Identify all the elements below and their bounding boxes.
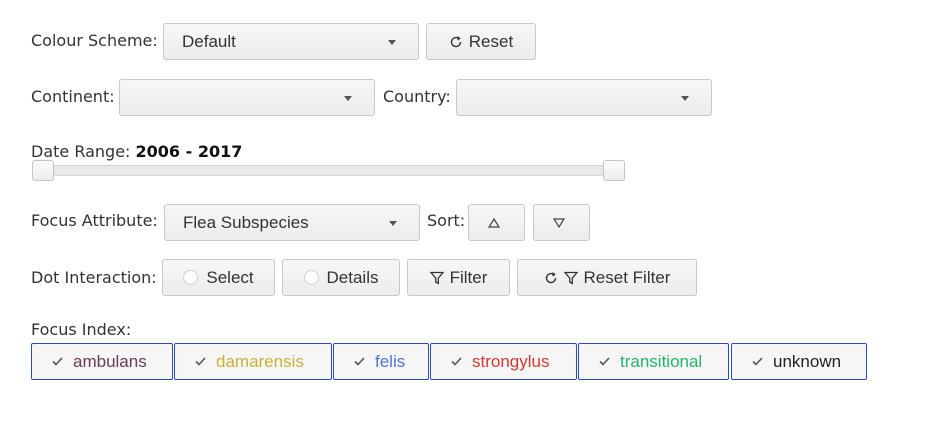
chevron-down-icon	[681, 95, 689, 101]
funnel-icon	[563, 271, 578, 285]
triangle-down-icon	[552, 217, 565, 228]
colour-scheme-value: Default	[182, 31, 236, 51]
continent-label: Continent:	[31, 87, 115, 106]
sort-ascending-button[interactable]	[468, 204, 525, 241]
date-range-caption: Date Range:	[31, 142, 131, 161]
date-range-label: Date Range: 2006 - 2017	[31, 142, 242, 161]
date-range-start-handle[interactable]	[32, 160, 54, 181]
colour-scheme-label: Colour Scheme:	[31, 31, 158, 50]
checkmark-icon	[752, 357, 763, 366]
date-range-track[interactable]	[33, 165, 623, 176]
focus-attribute-value: Flea Subspecies	[183, 212, 309, 232]
date-range-value: 2006 - 2017	[135, 142, 243, 161]
chip-label: transitional	[620, 351, 703, 371]
reset-filter-label: Reset Filter	[583, 267, 671, 287]
radio-icon	[303, 270, 319, 285]
chip-label: ambulans	[73, 351, 147, 371]
country-label: Country:	[383, 87, 451, 106]
sort-label: Sort:	[427, 211, 466, 230]
select-label: Select	[206, 267, 254, 287]
focus-attribute-select[interactable]: Flea Subspecies	[164, 204, 420, 241]
date-range-end-handle[interactable]	[603, 160, 625, 181]
select-radio-button[interactable]: Select	[162, 259, 275, 296]
checkmark-icon	[52, 357, 63, 366]
chevron-down-icon	[389, 220, 397, 226]
country-select[interactable]	[456, 79, 712, 116]
colour-scheme-select[interactable]: Default	[163, 23, 419, 60]
continent-select[interactable]	[119, 79, 375, 116]
reset-label: Reset	[468, 31, 514, 51]
focus-index-chip-ambulans[interactable]: ambulans	[31, 343, 173, 380]
refresh-icon	[545, 271, 556, 283]
chip-label: felis	[375, 351, 406, 371]
chevron-down-icon	[388, 39, 396, 45]
checkmark-icon	[354, 357, 365, 366]
focus-index-chip-transitional[interactable]: transitional	[578, 343, 729, 380]
focus-index-chip-unknown[interactable]: unknown	[731, 343, 867, 380]
chip-label: unknown	[773, 351, 842, 371]
sort-descending-button[interactable]	[533, 204, 590, 241]
refresh-icon	[450, 35, 461, 47]
checkmark-icon	[195, 357, 206, 366]
radio-icon	[183, 270, 199, 285]
triangle-up-icon	[487, 217, 500, 228]
chip-label: strongylus	[472, 351, 550, 371]
dot-interaction-label: Dot Interaction:	[31, 268, 157, 287]
focus-index-label: Focus Index:	[31, 320, 132, 339]
filter-button[interactable]: Filter	[407, 259, 510, 296]
focus-index-chip-felis[interactable]: felis	[333, 343, 429, 380]
checkmark-icon	[451, 357, 462, 366]
details-radio-button[interactable]: Details	[282, 259, 400, 296]
reset-filter-button[interactable]: Reset Filter	[517, 259, 697, 296]
reset-button[interactable]: Reset	[426, 23, 536, 60]
funnel-icon	[429, 271, 444, 285]
focus-index-chip-strongylus[interactable]: strongylus	[430, 343, 577, 380]
focus-attribute-label: Focus Attribute:	[31, 211, 158, 230]
checkmark-icon	[599, 357, 610, 366]
details-label: Details	[326, 267, 379, 287]
focus-index-chip-damarensis[interactable]: damarensis	[174, 343, 332, 380]
filter-label: Filter	[449, 267, 488, 287]
chip-label: damarensis	[216, 351, 304, 371]
chevron-down-icon	[344, 95, 352, 101]
